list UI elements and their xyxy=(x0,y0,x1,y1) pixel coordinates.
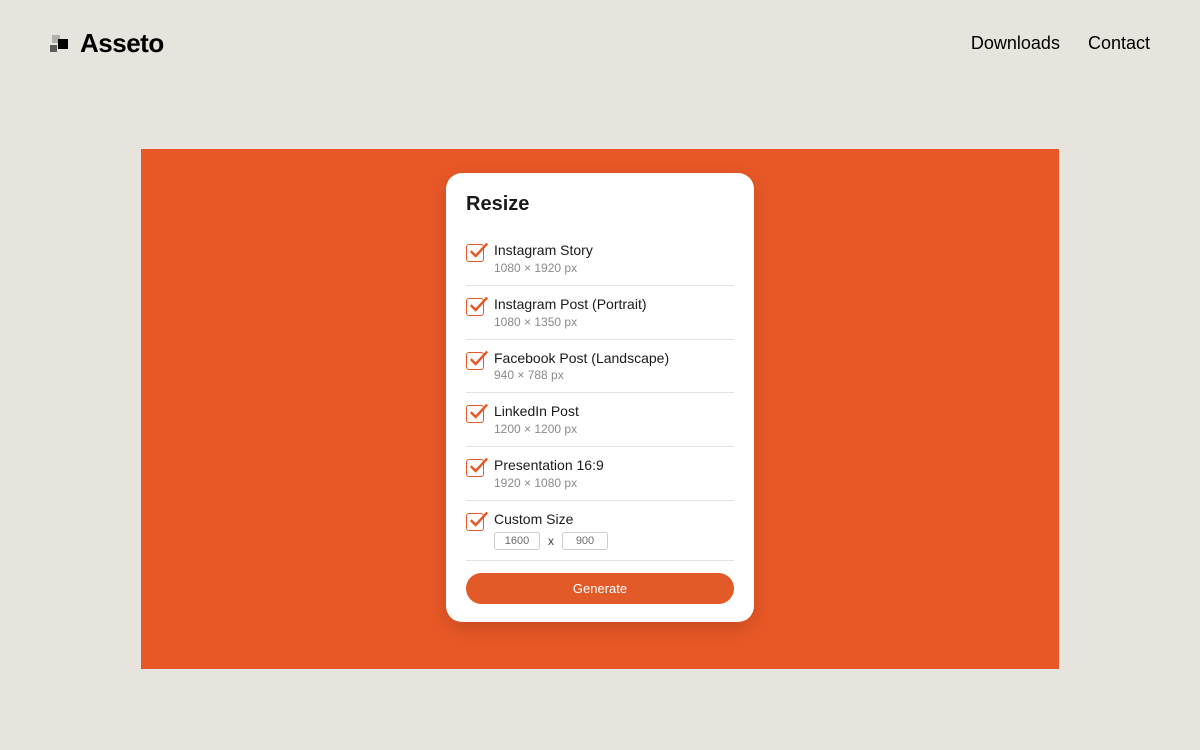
resize-option[interactable]: Facebook Post (Landscape) 940 × 788 px xyxy=(466,340,734,394)
card-title: Resize xyxy=(466,193,734,216)
checkbox-icon[interactable] xyxy=(466,459,484,477)
brand-name: Asseto xyxy=(80,28,164,59)
checkbox-icon[interactable] xyxy=(466,513,484,531)
generate-button[interactable]: Generate xyxy=(466,573,734,604)
option-dimensions: 1200 × 1200 px xyxy=(494,422,734,436)
option-dimensions: 940 × 788 px xyxy=(494,368,734,382)
site-header: Asseto Downloads Contact xyxy=(0,0,1200,59)
option-label: Instagram Post (Portrait) xyxy=(494,296,734,313)
showcase-panel: Resize Instagram Story 1080 × 1920 px In… xyxy=(141,149,1059,669)
brand[interactable]: Asseto xyxy=(50,28,164,59)
resize-option[interactable]: LinkedIn Post 1200 × 1200 px xyxy=(466,393,734,447)
resize-card: Resize Instagram Story 1080 × 1920 px In… xyxy=(446,173,754,622)
option-label: Presentation 16:9 xyxy=(494,457,734,474)
option-dimensions: 1080 × 1920 px xyxy=(494,261,734,275)
option-dimensions: 1080 × 1350 px xyxy=(494,315,734,329)
custom-height-input[interactable] xyxy=(562,532,608,550)
checkbox-icon[interactable] xyxy=(466,298,484,316)
option-label: LinkedIn Post xyxy=(494,403,734,420)
custom-width-input[interactable] xyxy=(494,532,540,550)
checkbox-icon[interactable] xyxy=(466,405,484,423)
option-label: Instagram Story xyxy=(494,242,734,259)
option-label: Facebook Post (Landscape) xyxy=(494,350,734,367)
brand-logo-icon xyxy=(50,33,72,55)
dimension-separator: x xyxy=(548,534,554,548)
nav-contact[interactable]: Contact xyxy=(1088,33,1150,54)
resize-option-custom[interactable]: Custom Size x xyxy=(466,501,734,561)
resize-option[interactable]: Instagram Post (Portrait) 1080 × 1350 px xyxy=(466,286,734,340)
option-dimensions: 1920 × 1080 px xyxy=(494,476,734,490)
nav-downloads[interactable]: Downloads xyxy=(971,33,1060,54)
checkbox-icon[interactable] xyxy=(466,244,484,262)
checkbox-icon[interactable] xyxy=(466,352,484,370)
resize-option[interactable]: Presentation 16:9 1920 × 1080 px xyxy=(466,447,734,501)
resize-option[interactable]: Instagram Story 1080 × 1920 px xyxy=(466,232,734,286)
option-label: Custom Size xyxy=(494,511,734,528)
top-nav: Downloads Contact xyxy=(971,33,1150,54)
